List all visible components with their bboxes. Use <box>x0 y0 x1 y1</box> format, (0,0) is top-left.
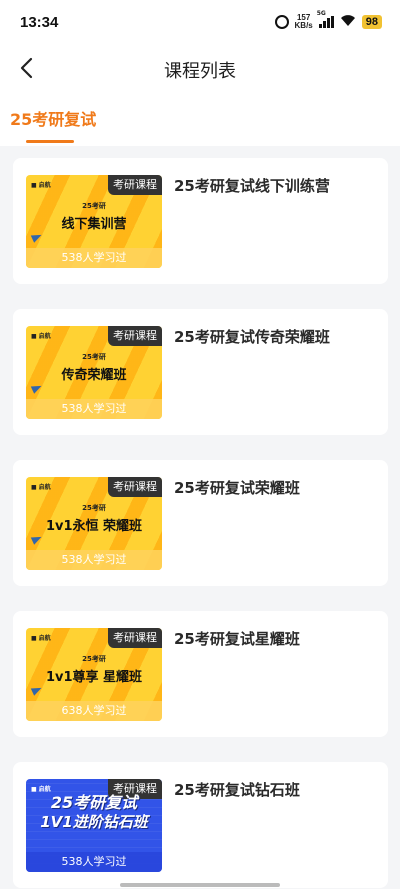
course-thumbnail: ■ 启航 考研课程 25考研 线下集训营 538人学习过 <box>26 175 162 268</box>
learner-count: 538人学习过 <box>26 852 162 872</box>
course-thumbnail: ■ 启航 考研课程 25考研复试 1V1进阶钻石班 538人学习过 <box>26 779 162 872</box>
thumbnail-title: 1V1进阶钻石班 <box>40 813 148 831</box>
thumbnail-subtitle: 25考研复试 <box>50 793 138 812</box>
course-badge: 考研课程 <box>108 175 162 195</box>
network-tag: 5G <box>316 10 326 17</box>
tab-25-kaoyan-fushi[interactable]: 25考研复试 <box>10 106 96 130</box>
status-time: 13:34 <box>20 14 59 31</box>
thumbnail-subtitle: 25考研 <box>82 655 106 663</box>
wifi-icon <box>340 14 356 30</box>
page-title: 课程列表 <box>164 61 236 82</box>
course-card[interactable]: ■ 启航 考研课程 25考研复试 1V1进阶钻石班 538人学习过 25考研复试… <box>13 762 388 888</box>
cellular-signal-icon: 5G <box>317 10 334 28</box>
course-badge: 考研课程 <box>108 326 162 346</box>
thumbnail-title: 1v1永恒 荣耀班 <box>45 519 143 534</box>
thumbnail-subtitle: 25考研 <box>82 353 106 361</box>
thumbnail-title: 线下集训营 <box>61 217 127 232</box>
course-card[interactable]: ■ 启航 考研课程 25考研 线下集训营 538人学习过 25考研复试线下训练营 <box>13 158 388 284</box>
course-thumbnail: ■ 启航 考研课程 25考研 传奇荣耀班 538人学习过 <box>26 326 162 419</box>
brand-logo: ■ 启航 <box>31 182 51 189</box>
learner-count: 538人学习过 <box>26 399 162 419</box>
status-icons: 157 KB/s 5G 98 <box>274 10 382 30</box>
learner-count: 538人学习过 <box>26 550 162 570</box>
status-bar: 13:34 157 KB/s 5G 98 <box>0 0 400 44</box>
course-name: 25考研复试荣耀班 <box>174 479 300 497</box>
course-name: 25考研复试星耀班 <box>174 630 300 648</box>
network-speed: 157 KB/s <box>295 14 313 30</box>
course-card[interactable]: ■ 启航 考研课程 25考研 1v1尊享 星耀班 638人学习过 25考研复试星… <box>13 611 388 737</box>
course-thumbnail: ■ 启航 考研课程 25考研 1v1永恒 荣耀班 538人学习过 <box>26 477 162 570</box>
course-name: 25考研复试线下训练营 <box>174 177 330 195</box>
network-speed-unit: KB/s <box>294 21 313 30</box>
brand-logo: ■ 启航 <box>31 333 51 340</box>
course-name: 25考研复试钻石班 <box>174 781 300 799</box>
course-name: 25考研复试传奇荣耀班 <box>174 328 330 346</box>
tab-bar: 25考研复试 <box>0 92 400 146</box>
course-badge: 考研课程 <box>108 628 162 648</box>
course-list: ■ 启航 考研课程 25考研 线下集训营 538人学习过 25考研复试线下训练营… <box>13 158 388 889</box>
alarm-icon <box>274 15 289 29</box>
home-indicator[interactable] <box>120 883 280 887</box>
course-card[interactable]: ■ 启航 考研课程 25考研 1v1永恒 荣耀班 538人学习过 25考研复试荣… <box>13 460 388 586</box>
course-badge: 考研课程 <box>108 477 162 497</box>
tab-active-indicator <box>26 140 74 143</box>
nav-bar: 课程列表 <box>0 44 400 92</box>
learner-count: 638人学习过 <box>26 701 162 721</box>
thumbnail-subtitle: 25考研 <box>82 202 106 210</box>
thumbnail-title: 传奇荣耀班 <box>61 368 127 383</box>
learner-count: 538人学习过 <box>26 248 162 268</box>
thumbnail-title: 1v1尊享 星耀班 <box>45 670 143 685</box>
brand-logo: ■ 启航 <box>31 635 51 642</box>
thumbnail-subtitle: 25考研 <box>82 504 106 512</box>
course-thumbnail: ■ 启航 考研课程 25考研 1v1尊享 星耀班 638人学习过 <box>26 628 162 721</box>
course-card[interactable]: ■ 启航 考研课程 25考研 传奇荣耀班 538人学习过 25考研复试传奇荣耀班 <box>13 309 388 435</box>
battery-indicator: 98 <box>361 15 382 29</box>
brand-logo: ■ 启航 <box>31 484 51 491</box>
